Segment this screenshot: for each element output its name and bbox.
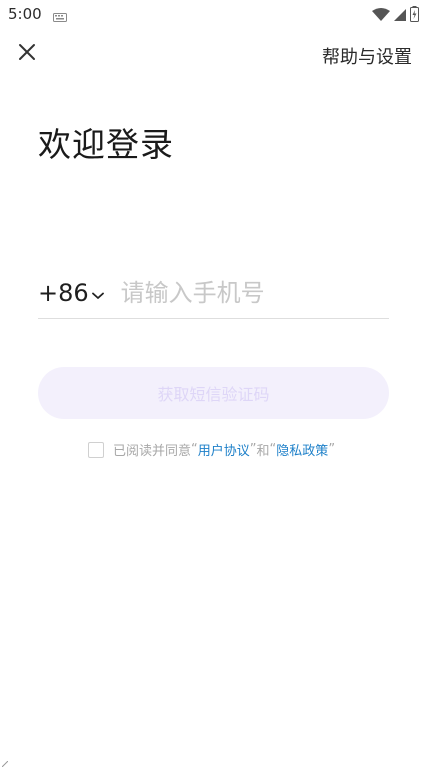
quote-close: ”	[249, 442, 257, 457]
chevron-down-icon	[91, 285, 104, 304]
phone-input-row: +86	[38, 268, 389, 319]
user-agreement-link[interactable]: 用户协议	[198, 440, 250, 459]
page-title: 欢迎登录	[38, 125, 174, 164]
quote-open-2: “	[269, 442, 277, 457]
status-time: 5:00	[8, 5, 42, 23]
agreement-row: 已阅读并同意 “ 用户协议 ” 和 “ 隐私政策 ”	[88, 440, 335, 459]
agreement-checkbox[interactable]	[88, 441, 104, 458]
status-bar: 5:00	[0, 0, 427, 30]
get-sms-code-button[interactable]: 获取短信验证码	[38, 367, 389, 419]
signal-icon	[393, 7, 407, 26]
privacy-policy-link[interactable]: 隐私政策	[276, 440, 328, 459]
phone-number-input[interactable]	[118, 278, 353, 308]
corner-mark	[1, 752, 9, 771]
agreement-and: 和	[256, 444, 270, 459]
country-code-selector[interactable]: +86	[38, 279, 104, 307]
help-settings-link[interactable]: 帮助与设置	[322, 43, 412, 69]
keyboard-icon	[53, 8, 67, 27]
battery-icon	[410, 6, 419, 26]
quote-close-2: ”	[328, 442, 336, 457]
agreement-prefix: 已阅读并同意	[113, 444, 192, 459]
wifi-icon	[372, 7, 390, 26]
close-button[interactable]	[13, 40, 41, 68]
quote-open: “	[191, 442, 198, 457]
country-code-label: +86	[38, 279, 89, 307]
close-icon	[18, 43, 36, 65]
